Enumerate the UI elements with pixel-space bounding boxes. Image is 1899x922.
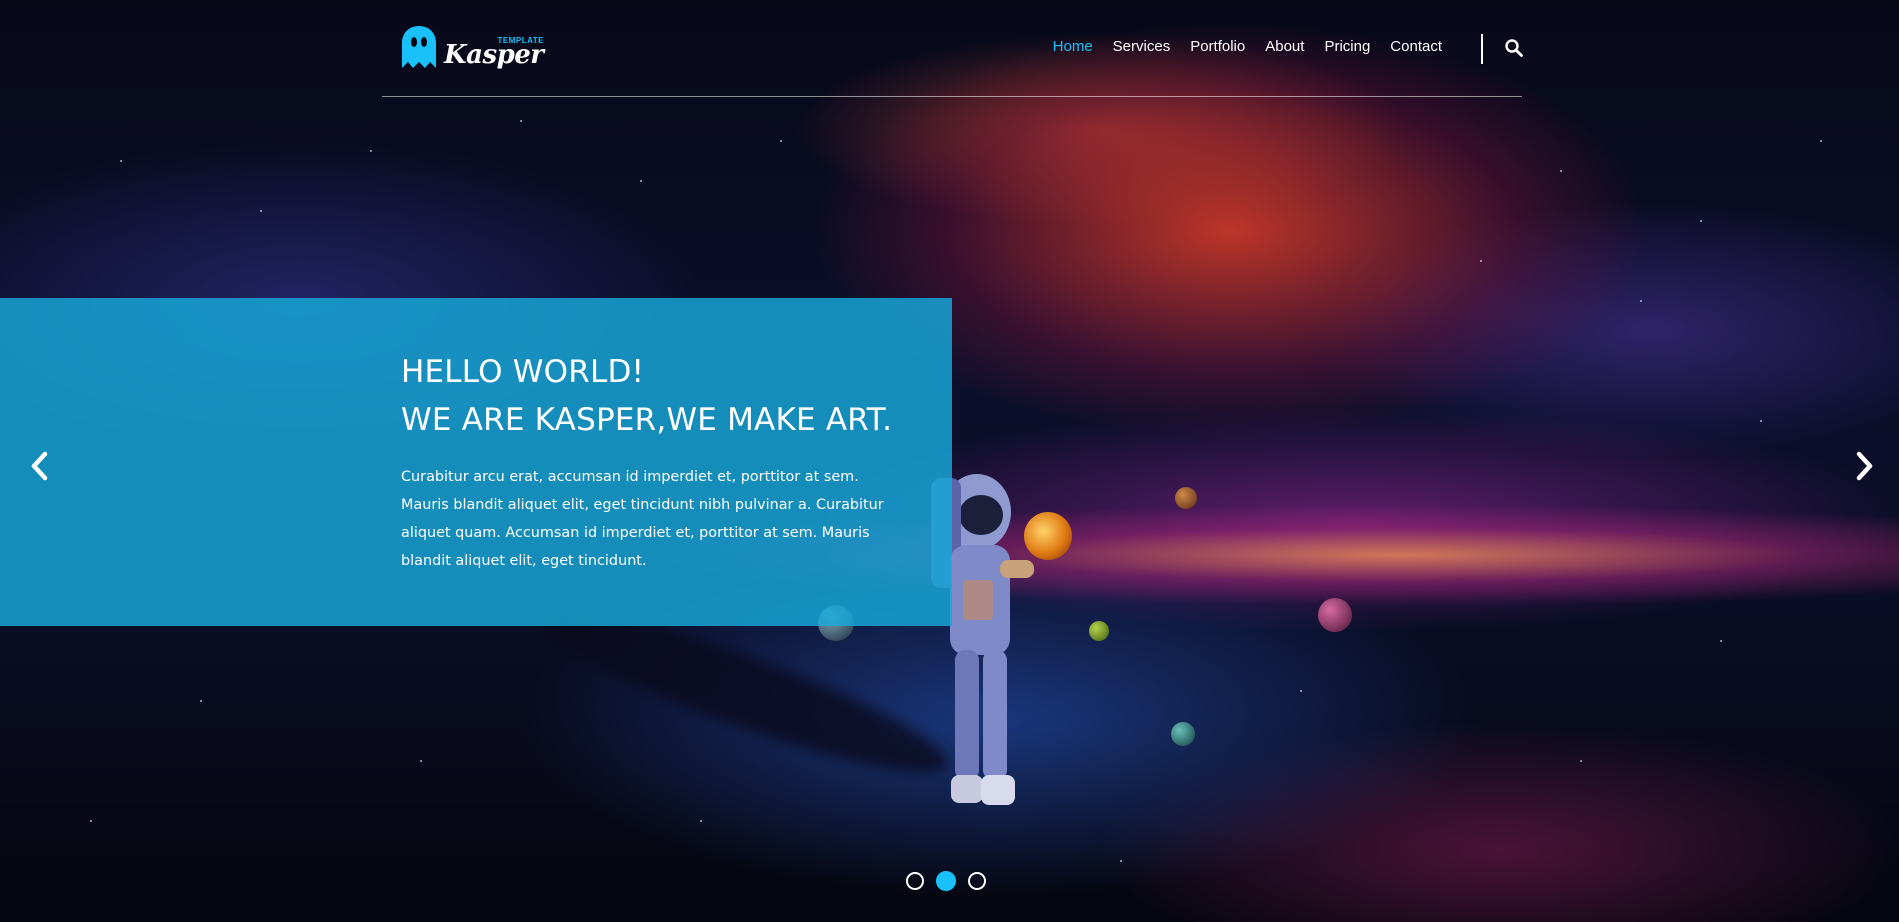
hero-section: TEMPLATE Kasper Home Services Portfolio … bbox=[0, 0, 1899, 922]
nav-item-portfolio[interactable]: Portfolio bbox=[1190, 38, 1245, 55]
main-nav: Home Services Portfolio About Pricing Co… bbox=[1033, 38, 1442, 55]
carousel-indicators bbox=[906, 871, 998, 891]
nav-item-services[interactable]: Services bbox=[1113, 38, 1171, 55]
brand-logo[interactable]: TEMPLATE Kasper bbox=[402, 26, 544, 70]
logo-name: Kasper bbox=[444, 40, 544, 70]
logo-wordmark: TEMPLATE Kasper bbox=[444, 26, 544, 70]
nav-item-about[interactable]: About bbox=[1265, 38, 1304, 55]
nav-divider bbox=[1481, 34, 1483, 64]
search-icon[interactable] bbox=[1504, 38, 1524, 58]
planet-green bbox=[1089, 621, 1109, 641]
nav-item-contact[interactable]: Contact bbox=[1390, 38, 1442, 55]
site-header: TEMPLATE Kasper Home Services Portfolio … bbox=[382, 0, 1524, 97]
slide-headline-line1: HELLO WORLD! bbox=[401, 354, 645, 390]
nav-item-home[interactable]: Home bbox=[1053, 38, 1093, 55]
carousel-dot-3[interactable] bbox=[968, 872, 986, 890]
nav-item-pricing[interactable]: Pricing bbox=[1324, 38, 1370, 55]
slide-headline-line2: WE ARE KASPER,WE MAKE ART. bbox=[401, 402, 893, 438]
chevron-right-icon[interactable] bbox=[1852, 448, 1878, 484]
slide-body-text: Curabitur arcu erat, accumsan id imperdi… bbox=[401, 469, 884, 569]
ghost-logo-icon bbox=[402, 26, 436, 68]
planet-pink bbox=[1318, 598, 1352, 632]
planet-brown bbox=[1175, 487, 1197, 509]
slide-caption-panel: HELLO WORLD! WE ARE KASPER,WE MAKE ART. … bbox=[0, 298, 952, 626]
chevron-left-icon[interactable] bbox=[26, 448, 52, 484]
planet-teal bbox=[1171, 722, 1195, 746]
slide-headline: HELLO WORLD! WE ARE KASPER,WE MAKE ART. bbox=[401, 348, 892, 444]
carousel-dot-1[interactable] bbox=[906, 872, 924, 890]
carousel-dot-2[interactable] bbox=[936, 871, 956, 891]
